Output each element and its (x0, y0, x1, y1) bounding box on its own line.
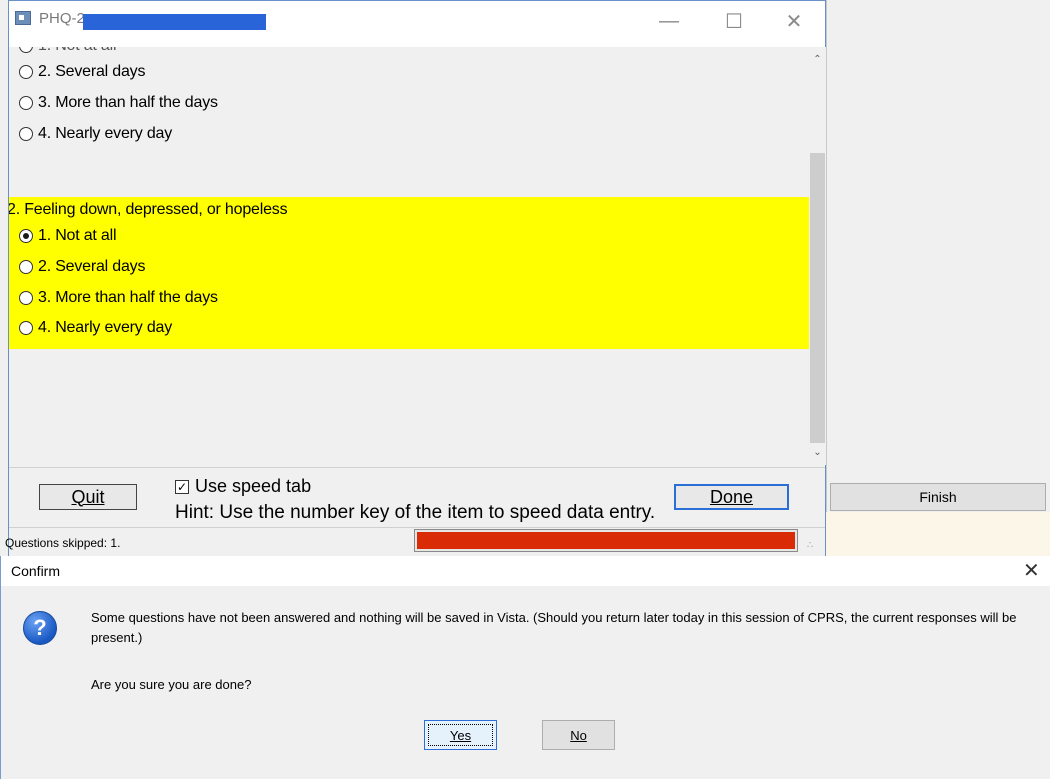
scroll-up-icon[interactable]: ⌃ (809, 51, 826, 68)
window-title: PHQ-2: (39, 10, 90, 27)
confirm-title: Confirm (11, 563, 61, 579)
no-button[interactable]: No (542, 720, 615, 750)
option-label: 4. Nearly every day (38, 125, 173, 142)
radio-button[interactable] (19, 65, 33, 79)
radio-button[interactable] (19, 127, 33, 141)
confirm-question: Are you sure you are done? (91, 677, 252, 692)
background-window-lower-area (826, 512, 1050, 560)
radio-button[interactable] (19, 260, 33, 274)
option-label: 3. More than half the days (38, 94, 218, 111)
confirm-message: Some questions have not been answered an… (91, 610, 1017, 645)
speed-tab-checkbox[interactable]: ✓ (175, 479, 189, 494)
question1-option-1[interactable]: 1. Not at all (19, 47, 117, 59)
question2-option-4[interactable]: 4. Nearly every day (19, 315, 172, 341)
question2-text: 2. Feeling down, depressed, or hopeless (9, 201, 288, 218)
quit-button[interactable]: Quit (39, 484, 137, 510)
radio-button[interactable] (19, 47, 33, 53)
finish-button[interactable]: Finish (830, 483, 1046, 511)
scrollbar-thumb[interactable] (810, 153, 825, 443)
action-bar: Quit ✓ Use speed tab Hint: Use the numbe… (9, 467, 825, 528)
option-label: 4. Nearly every day (38, 319, 173, 336)
speed-tab-checkbox-row[interactable]: ✓ Use speed tab (175, 476, 311, 497)
question2-option-1[interactable]: 1. Not at all (19, 223, 117, 249)
question2-option-3[interactable]: 3. More than half the days (19, 285, 218, 311)
confirm-title-bar: Confirm ✕ (1, 556, 1050, 586)
app-icon (15, 11, 31, 25)
question2-option-2[interactable]: 2. Several days (19, 254, 145, 280)
radio-button[interactable] (19, 321, 33, 335)
yes-button-label: Yes (449, 727, 472, 743)
minimize-icon[interactable]: — (646, 5, 692, 37)
redacted-patient-name (83, 14, 266, 30)
question1-option-3[interactable]: 3. More than half the days (19, 90, 218, 116)
progress-bar (414, 529, 798, 552)
resize-grip-icon[interactable]: ∴ (807, 540, 813, 551)
vertical-scrollbar[interactable]: ⌃ ⌄ (809, 47, 826, 465)
questionnaire-content: 1. Not at all 2. Several days 3. More th… (9, 47, 809, 465)
radio-button-selected[interactable] (19, 229, 33, 243)
speed-tab-label: Use speed tab (195, 476, 312, 496)
question2-block: 2. Feeling down, depressed, or hopeless … (9, 197, 809, 349)
progress-bar-fill (417, 532, 795, 549)
option-label: 3. More than half the days (38, 289, 218, 306)
radio-button[interactable] (19, 291, 33, 305)
yes-button[interactable]: Yes (424, 720, 497, 750)
done-button[interactable]: Done (674, 484, 789, 510)
questions-skipped-status: Questions skipped: 1. (5, 536, 121, 550)
background-window (826, 0, 1050, 560)
scroll-down-icon[interactable]: ⌄ (809, 444, 826, 461)
hint-text: Hint: Use the number key of the item to … (175, 502, 656, 523)
option-label: 1. Not at all (38, 47, 117, 55)
option-label: 2. Several days (38, 258, 146, 275)
phq2-window: PHQ-2: — ☐ ✕ 1. Not at all 2. Several da… (5, 0, 826, 556)
maximize-icon[interactable]: ☐ (711, 5, 757, 37)
close-icon[interactable]: ✕ (771, 5, 817, 37)
option-label: 1. Not at all (38, 227, 117, 244)
no-button-label: No (570, 727, 587, 743)
title-bar: PHQ-2: — ☐ ✕ (9, 1, 825, 47)
question1-option-2[interactable]: 2. Several days (19, 59, 145, 85)
status-bar: Questions skipped: 1. ∴ (5, 527, 825, 556)
question1-option-4[interactable]: 4. Nearly every day (19, 121, 172, 147)
question-icon: ? (23, 611, 57, 645)
confirm-dialog: Confirm ✕ ? Some questions have not been… (0, 556, 1050, 779)
option-label: 2. Several days (38, 63, 146, 80)
radio-button[interactable] (19, 96, 33, 110)
close-icon[interactable]: ✕ (1023, 558, 1040, 583)
